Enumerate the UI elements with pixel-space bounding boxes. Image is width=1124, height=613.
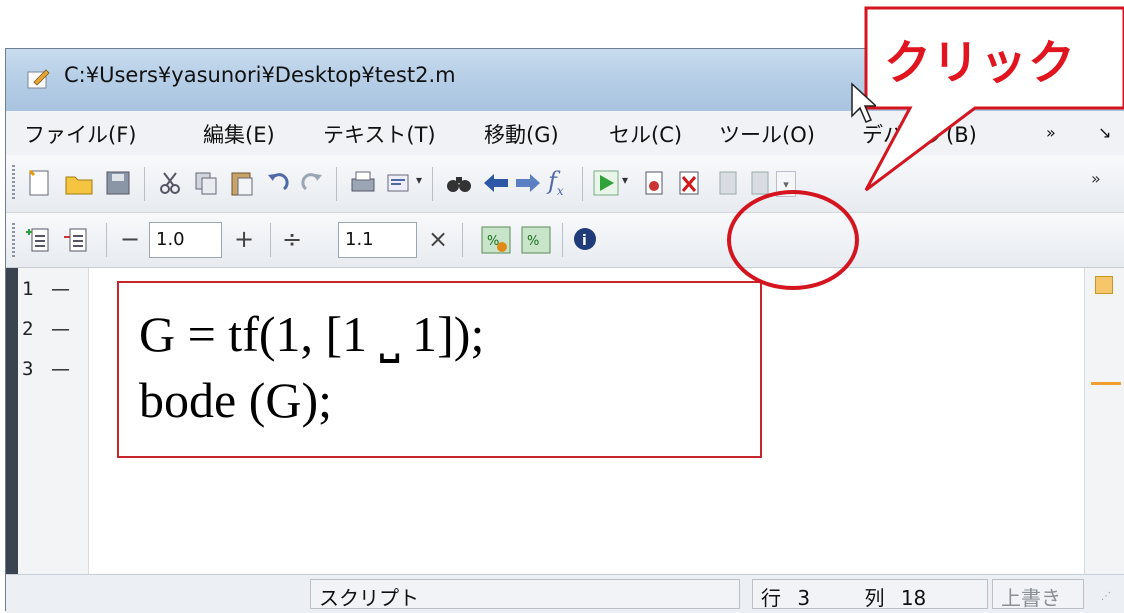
mouse-cursor-icon (851, 82, 876, 123)
callout-label: クリック (884, 36, 1076, 91)
